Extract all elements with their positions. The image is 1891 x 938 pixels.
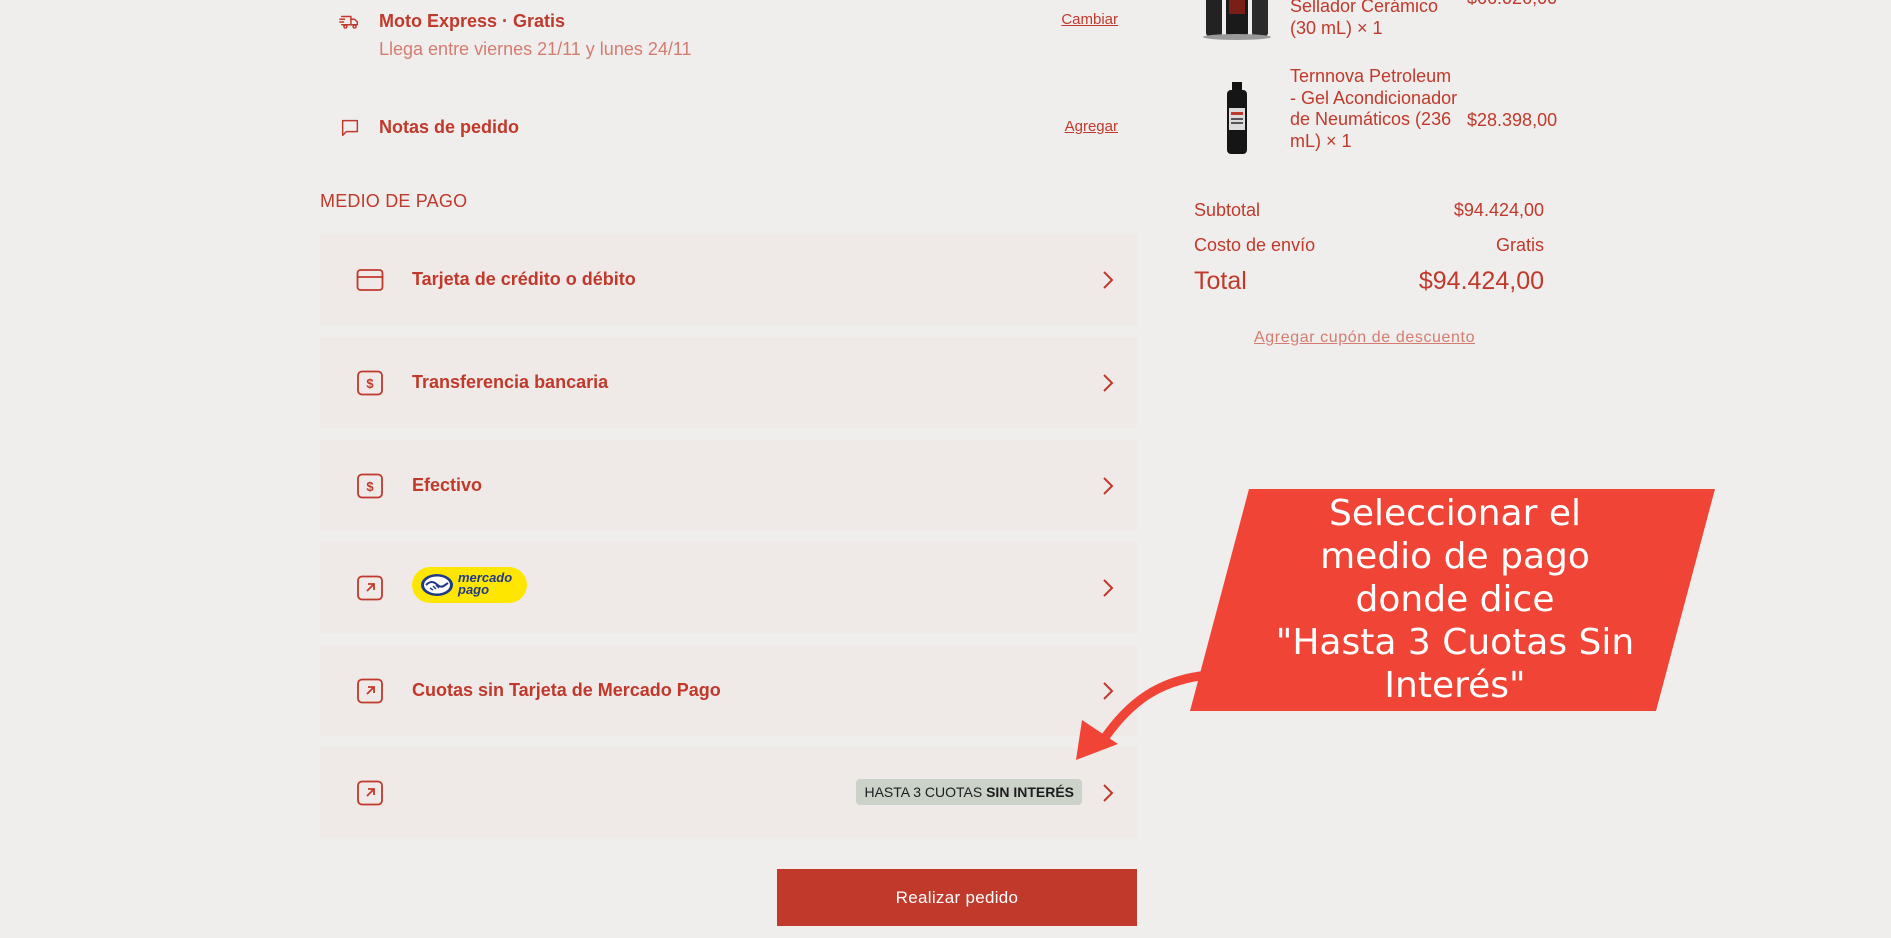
- order-notes-row: Notas de pedido Agregar: [335, 116, 1118, 146]
- svg-text:$: $: [366, 479, 374, 494]
- external-link-icon: [357, 678, 383, 704]
- dollar-icon: $: [357, 370, 383, 396]
- shipping-method-row: Moto Express · Gratis Llega entre vierne…: [335, 10, 1118, 70]
- product-price: $28.398,00: [1467, 110, 1558, 130]
- product-price: $66.026,00: [1467, 0, 1557, 9]
- cuotas-sin-interes-badge: HASTA 3 CUOTAS SIN INTERÉS: [856, 779, 1082, 805]
- payment-option-label: Cuotas sin Tarjeta de Mercado Pago: [412, 680, 721, 700]
- subtotal-label: Subtotal: [1194, 200, 1261, 220]
- payment-option-label: Transferencia bancaria: [412, 372, 609, 392]
- shipping-cost-value: Gratis: [1495, 235, 1544, 255]
- shipping-delivery-estimate: Llega entre viernes 21/11 y lunes 24/11: [379, 39, 692, 59]
- credit-card-icon: [356, 269, 384, 291]
- payment-option-3-cuotas-sin-interes[interactable]: HASTA 3 CUOTAS SIN INTERÉS: [320, 747, 1137, 838]
- payment-option-mercado-pago[interactable]: mercado pago: [320, 542, 1137, 633]
- subtotal-row: Subtotal $94.424,00: [1194, 200, 1544, 221]
- chevron-right-icon: [1103, 579, 1114, 597]
- add-coupon-link[interactable]: Agregar cupón de descuento: [1254, 329, 1475, 347]
- payment-option-bank-transfer[interactable]: $ Transferencia bancaria: [320, 337, 1137, 428]
- product-thumbnail-icon: [1227, 82, 1247, 154]
- svg-text:$: $: [366, 376, 374, 391]
- product-thumbnail-icon: [1203, 0, 1271, 40]
- payment-section-label: MEDIO DE PAGO: [320, 191, 468, 211]
- external-link-icon: [357, 780, 383, 806]
- payment-option-cash[interactable]: $ Efectivo: [320, 440, 1137, 531]
- payment-option-label: Efectivo: [412, 475, 483, 495]
- curved-arrow-icon: [1076, 671, 1205, 760]
- handshake-icon: [421, 574, 453, 596]
- checkout-page: Moto Express · Gratis Llega entre vierne…: [0, 0, 1891, 938]
- summary-product-item: Sellador Cerámico (30 mL) × 1 $66.026,00: [1192, 0, 1572, 45]
- subtotal-value: $94.424,00: [1453, 200, 1544, 220]
- delivery-truck-icon: [339, 15, 359, 29]
- product-name: Ternnova Petroleum - Gel Acondicionador …: [1290, 66, 1458, 151]
- change-shipping-link[interactable]: Cambiar: [1061, 11, 1118, 28]
- payment-option-cuotas-sin-tarjeta[interactable]: Cuotas sin Tarjeta de Mercado Pago: [320, 645, 1137, 736]
- product-name: Sellador Cerámico (30 mL) × 1: [1290, 0, 1439, 38]
- callout-text: Seleccionar el medio de pago donde dice …: [1275, 493, 1635, 706]
- mercado-pago-logo: mercado pago: [412, 567, 527, 603]
- place-order-button[interactable]: Realizar pedido: [777, 869, 1137, 926]
- payment-option-label: Tarjeta de crédito o débito: [412, 269, 636, 289]
- dollar-icon: $: [357, 473, 383, 499]
- total-row: Total $94.424,00: [1194, 267, 1544, 296]
- shipping-cost-label: Costo de envío: [1194, 235, 1316, 255]
- chevron-right-icon: [1103, 374, 1114, 392]
- total-label: Total: [1194, 267, 1247, 295]
- add-notes-link[interactable]: Agregar: [1065, 118, 1118, 135]
- chevron-right-icon: [1103, 784, 1114, 802]
- shipping-method-title: Moto Express · Gratis: [379, 11, 566, 31]
- payment-option-card[interactable]: Tarjeta de crédito o débito: [320, 234, 1137, 325]
- chevron-right-icon: [1103, 477, 1114, 495]
- total-value: $94.424,00: [1418, 267, 1544, 295]
- speech-bubble-icon: [341, 119, 359, 137]
- external-link-icon: [357, 575, 383, 601]
- shipping-cost-row: Costo de envío Gratis: [1194, 235, 1544, 256]
- order-notes-title: Notas de pedido: [379, 117, 520, 137]
- chevron-right-icon: [1103, 271, 1114, 289]
- summary-product-item: Ternnova Petroleum - Gel Acondicionador …: [1192, 64, 1572, 174]
- mercado-pago-wordmark: mercado pago: [458, 570, 513, 597]
